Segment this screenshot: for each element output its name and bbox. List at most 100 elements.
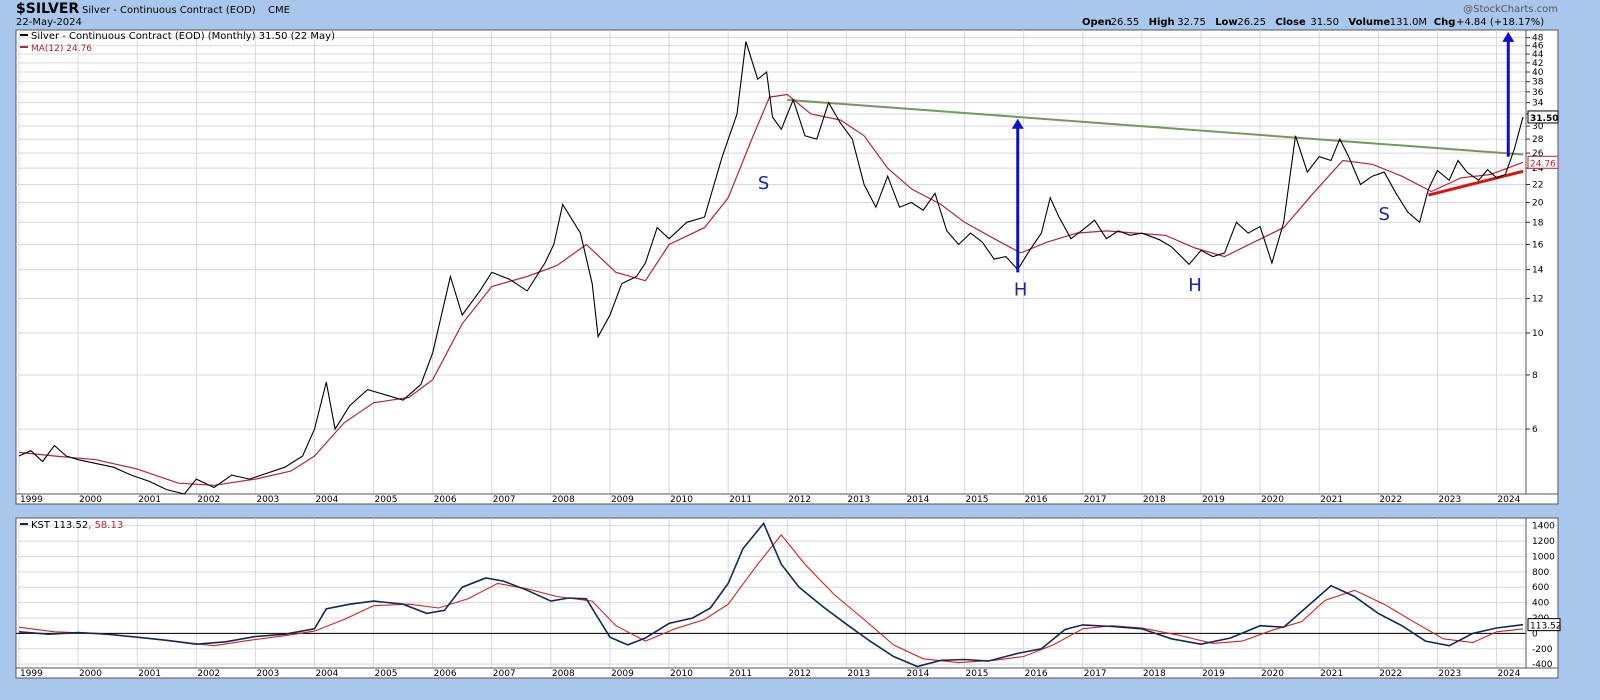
kst-x-tick-label: 2007 — [493, 669, 516, 679]
price-tick-label: 8 — [1532, 371, 1538, 381]
kst-tick-label: 800 — [1532, 568, 1549, 578]
price-tick-label: 40 — [1532, 68, 1544, 78]
kst-x-tick-label: 2010 — [670, 669, 693, 679]
kst-x-tick-label: 2013 — [847, 669, 870, 679]
ma-legend-text: MA(12) 24.76 — [31, 44, 92, 54]
price-x-tick-label: 2001 — [138, 495, 161, 505]
kst-x-tick-label: 2021 — [1320, 669, 1343, 679]
price-x-tick-label: 2011 — [729, 495, 752, 505]
quote-value-close: 31.50 — [1310, 17, 1339, 28]
kst-x-tick-label: 2012 — [788, 669, 811, 679]
kst-x-tick-label: 2000 — [79, 669, 102, 679]
kst-tick-label: 1200 — [1532, 537, 1555, 547]
price-x-tick-label: 2006 — [434, 495, 457, 505]
price-tick-label: 10 — [1532, 329, 1544, 339]
kst-x-tick-label: 2004 — [315, 669, 338, 679]
kst-x-tick-label: 1999 — [20, 669, 43, 679]
kst-tick-label: 400 — [1532, 599, 1549, 609]
kst-x-tick-label: 2005 — [375, 669, 398, 679]
price-tick-label: 12 — [1532, 295, 1543, 305]
kst-x-tick-label: 2006 — [434, 669, 457, 679]
kst-x-tick-label: 2016 — [1025, 669, 1048, 679]
quote-label-volume: Volume — [1348, 17, 1390, 28]
price-x-tick-label: 2007 — [493, 495, 516, 505]
kst-last-value: 113.52 — [1530, 622, 1562, 632]
price-tick-label: 6 — [1532, 425, 1538, 435]
instrument-name: Silver - Continuous Contract (EOD) — [82, 5, 256, 16]
price-x-tick-label: 2020 — [1261, 495, 1284, 505]
quote-value-volume: 131.0M — [1390, 17, 1427, 28]
price-x-tick-label: 2010 — [670, 495, 693, 505]
ma-value: 24.76 — [1530, 159, 1556, 169]
price-x-tick-label: 2003 — [256, 495, 279, 505]
kst-x-tick-label: 2011 — [729, 669, 752, 679]
kst-x-tick-label: 2023 — [1438, 669, 1461, 679]
last-price-value: 31.50 — [1530, 114, 1558, 124]
price-x-tick-label: 2015 — [966, 495, 989, 505]
quote-label-chg: Chg — [1434, 17, 1456, 28]
pattern-label: H — [1014, 280, 1028, 301]
price-x-tick-label: 2023 — [1438, 495, 1461, 505]
kst-tick-label: -400 — [1532, 660, 1553, 670]
chart-svg: $SILVER Silver - Continuous Contract (EO… — [15, 1, 1562, 679]
price-x-tick-label: 2018 — [1143, 495, 1166, 505]
price-x-tick-label: 2000 — [79, 495, 102, 505]
kst-x-tick-label: 2008 — [552, 669, 575, 679]
kst-legend: KST 113.52, 58.13 — [20, 520, 123, 531]
price-tick-label: 28 — [1532, 135, 1544, 145]
chart-date: 22-May-2024 — [16, 17, 82, 28]
price-legend-text: Silver - Continuous Contract (EOD) (Mont… — [31, 31, 335, 42]
price-tick-label: 18 — [1532, 218, 1544, 228]
price-x-tick-label: 2017 — [1084, 495, 1107, 505]
quote-bar: Open 26.55 High 32.75 Low 26.25 Close 31.50 Volu… — [1082, 17, 1544, 28]
chart-window: $SILVER Silver - Continuous Contract (EO… — [0, 0, 1600, 700]
quote-value-open: 26.55 — [1111, 17, 1140, 28]
price-x-tick-label: 2014 — [906, 495, 929, 505]
quote-label-high: High — [1149, 17, 1175, 28]
price-x-tick-label: 2002 — [197, 495, 220, 505]
kst-x-tick-label: 2009 — [611, 669, 634, 679]
pattern-label: S — [758, 173, 769, 194]
price-tick-label: 36 — [1532, 88, 1544, 98]
exchange: CME — [268, 5, 290, 16]
price-x-tick-label: 2016 — [1025, 495, 1048, 505]
kst-tick-label: 1000 — [1532, 552, 1555, 562]
kst-x-tick-label: 2003 — [256, 669, 279, 679]
price-x-tick-label: 1999 — [20, 495, 43, 505]
price-tick-label: 22 — [1532, 181, 1543, 191]
price-x-tick-label: 2021 — [1320, 495, 1343, 505]
price-tick-label: 34 — [1532, 99, 1544, 109]
kst-legend-name: KST — [31, 520, 51, 531]
price-x-tick-label: 2024 — [1497, 495, 1520, 505]
price-x-tick-label: 2004 — [315, 495, 338, 505]
quote-label-close: Close — [1275, 17, 1306, 28]
kst-legend-value: 113.52 — [53, 520, 88, 531]
price-tick-label: 48 — [1532, 34, 1544, 44]
pattern-label: H — [1188, 275, 1202, 296]
price-x-tick-label: 2005 — [375, 495, 398, 505]
price-tick-label: 42 — [1532, 59, 1543, 69]
pattern-label: S — [1378, 204, 1389, 225]
symbol: $SILVER — [16, 1, 79, 17]
quote-value-chg: +4.84 (+18.17%) — [1456, 17, 1544, 28]
kst-tick-label: 600 — [1532, 583, 1549, 593]
kst-x-tick-label: 2014 — [906, 669, 929, 679]
price-x-tick-label: 2009 — [611, 495, 634, 505]
kst-x-tick-label: 2017 — [1084, 669, 1107, 679]
price-x-tick-label: 2008 — [552, 495, 575, 505]
price-tick-label: 20 — [1532, 198, 1544, 208]
quote-label-open: Open — [1082, 17, 1112, 28]
kst-x-tick-label: 2019 — [1202, 669, 1225, 679]
kst-x-tick-label: 2018 — [1143, 669, 1166, 679]
price-tick-label: 14 — [1532, 266, 1544, 276]
kst-x-tick-label: 2022 — [1379, 669, 1402, 679]
kst-x-tick-label: 2001 — [138, 669, 161, 679]
price-x-tick-label: 2012 — [788, 495, 811, 505]
price-x-tick-label: 2019 — [1202, 495, 1225, 505]
kst-legend-signal: 58.13 — [95, 520, 124, 531]
price-tick-label: 16 — [1532, 240, 1544, 250]
price-tick-label: 38 — [1532, 78, 1544, 88]
quote-value-high: 32.75 — [1177, 17, 1206, 28]
kst-x-tick-label: 2024 — [1497, 669, 1520, 679]
quote-label-low: Low — [1215, 17, 1237, 28]
